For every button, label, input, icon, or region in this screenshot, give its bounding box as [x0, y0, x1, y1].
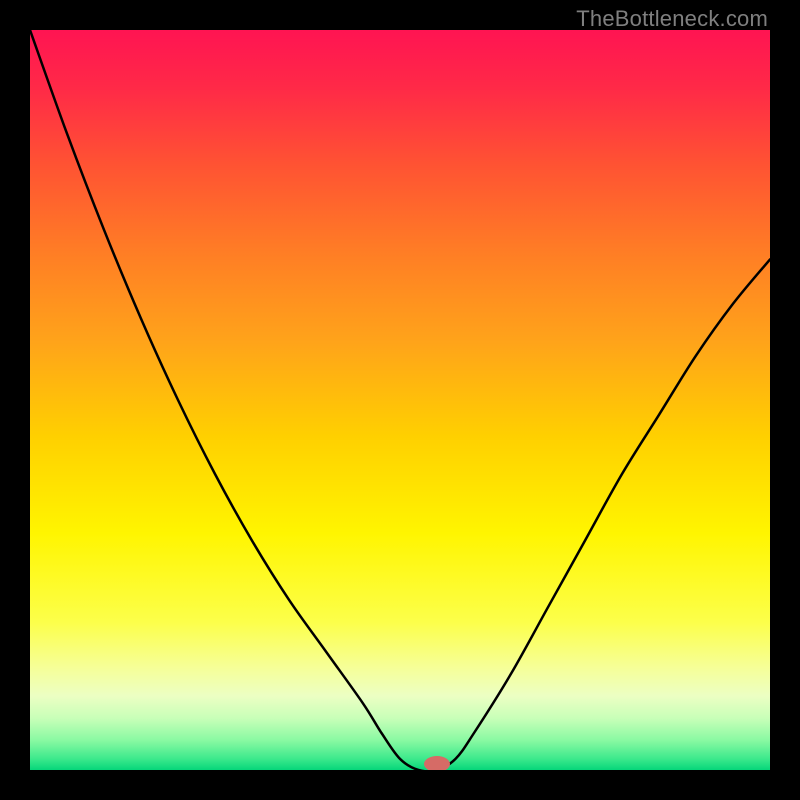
bottleneck-curve	[30, 30, 770, 770]
optimum-marker	[424, 756, 450, 770]
watermark-label: TheBottleneck.com	[576, 6, 768, 32]
chart-frame: TheBottleneck.com	[0, 0, 800, 800]
plot-area	[30, 30, 770, 770]
curve-layer	[30, 30, 770, 770]
